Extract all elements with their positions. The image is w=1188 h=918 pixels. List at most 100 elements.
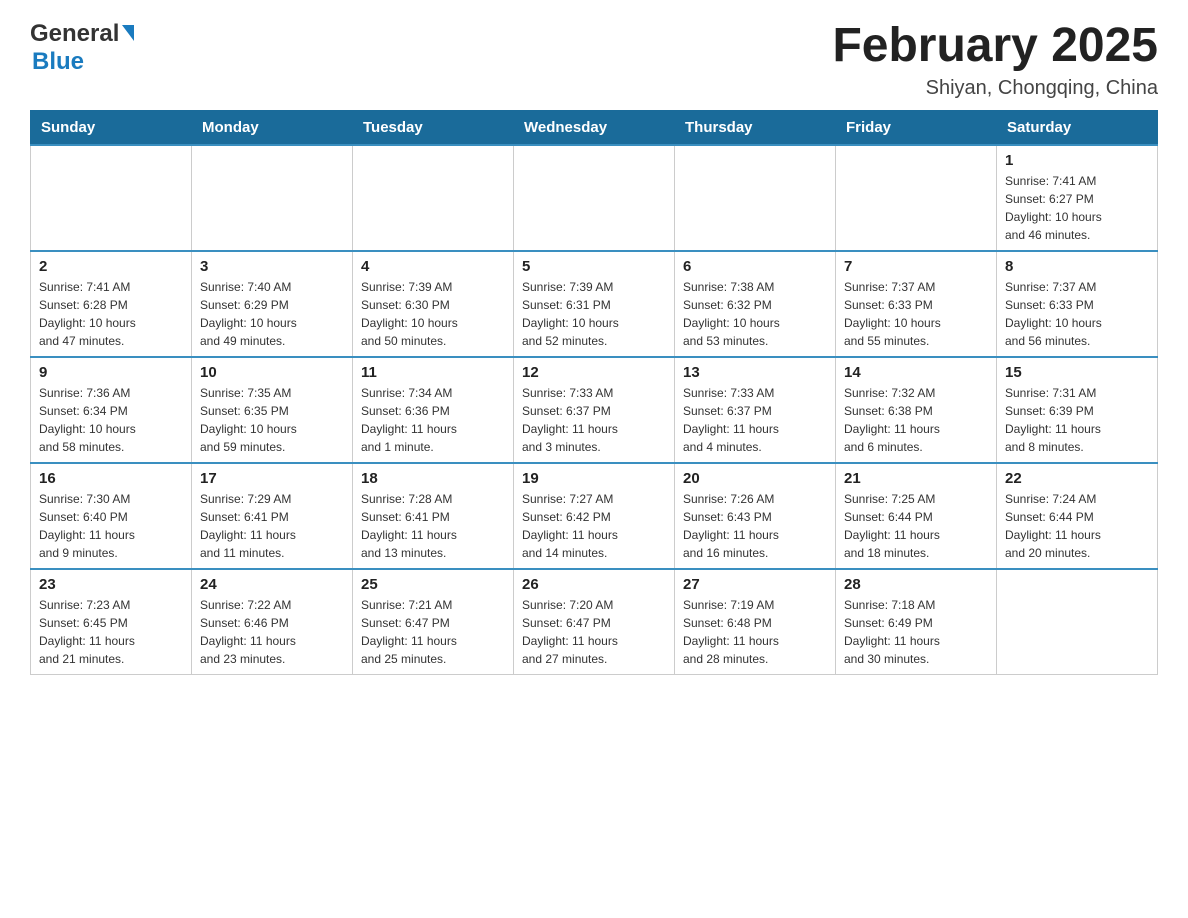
location-text: Shiyan, Chongqing, China [832, 77, 1158, 100]
day-number: 28 [844, 576, 988, 593]
day-info: Sunrise: 7:20 AM Sunset: 6:47 PM Dayligh… [522, 596, 666, 668]
calendar-cell: 25 Sunrise: 7:21 AM Sunset: 6:47 PM Dayli… [353, 569, 514, 675]
day-info: Sunrise: 7:27 AM Sunset: 6:42 PM Dayligh… [522, 490, 666, 562]
day-info: Sunrise: 7:22 AM Sunset: 6:46 PM Dayligh… [200, 596, 344, 668]
day-number: 22 [1005, 470, 1149, 487]
calendar-cell [192, 145, 353, 251]
day-number: 21 [844, 470, 988, 487]
day-info: Sunrise: 7:36 AM Sunset: 6:34 PM Dayligh… [39, 384, 183, 456]
calendar-cell: 6 Sunrise: 7:38 AM Sunset: 6:32 PM Daylig… [675, 251, 836, 357]
day-info: Sunrise: 7:23 AM Sunset: 6:45 PM Dayligh… [39, 596, 183, 668]
day-number: 2 [39, 258, 183, 275]
logo: General Blue [30, 20, 134, 76]
day-number: 10 [200, 364, 344, 381]
day-number: 4 [361, 258, 505, 275]
day-number: 25 [361, 576, 505, 593]
calendar-cell: 8 Sunrise: 7:37 AM Sunset: 6:33 PM Daylig… [997, 251, 1158, 357]
calendar-cell [997, 569, 1158, 675]
day-info: Sunrise: 7:18 AM Sunset: 6:49 PM Dayligh… [844, 596, 988, 668]
calendar-cell: 9 Sunrise: 7:36 AM Sunset: 6:34 PM Daylig… [31, 357, 192, 463]
weekday-header-monday: Monday [192, 110, 353, 145]
day-number: 16 [39, 470, 183, 487]
day-number: 12 [522, 364, 666, 381]
day-number: 13 [683, 364, 827, 381]
weekday-header-tuesday: Tuesday [353, 110, 514, 145]
day-number: 8 [1005, 258, 1149, 275]
calendar-cell: 2 Sunrise: 7:41 AM Sunset: 6:28 PM Daylig… [31, 251, 192, 357]
calendar-cell: 4 Sunrise: 7:39 AM Sunset: 6:30 PM Daylig… [353, 251, 514, 357]
day-info: Sunrise: 7:41 AM Sunset: 6:27 PM Dayligh… [1005, 172, 1149, 244]
day-info: Sunrise: 7:30 AM Sunset: 6:40 PM Dayligh… [39, 490, 183, 562]
calendar-cell: 27 Sunrise: 7:19 AM Sunset: 6:48 PM Dayli… [675, 569, 836, 675]
calendar-cell: 21Sunrise: 7:25 AM Sunset: 6:44 PM Dayli… [836, 463, 997, 569]
day-info: Sunrise: 7:38 AM Sunset: 6:32 PM Dayligh… [683, 278, 827, 350]
day-info: Sunrise: 7:35 AM Sunset: 6:35 PM Dayligh… [200, 384, 344, 456]
day-info: Sunrise: 7:26 AM Sunset: 6:43 PM Dayligh… [683, 490, 827, 562]
day-info: Sunrise: 7:39 AM Sunset: 6:30 PM Dayligh… [361, 278, 505, 350]
day-number: 24 [200, 576, 344, 593]
day-info: Sunrise: 7:24 AM Sunset: 6:44 PM Dayligh… [1005, 490, 1149, 562]
day-number: 19 [522, 470, 666, 487]
calendar-cell: 7Sunrise: 7:37 AM Sunset: 6:33 PM Daylig… [836, 251, 997, 357]
logo-general-text: General [30, 20, 119, 48]
calendar-cell: 19 Sunrise: 7:27 AM Sunset: 6:42 PM Dayli… [514, 463, 675, 569]
month-title: February 2025 [832, 20, 1158, 73]
day-number: 7 [844, 258, 988, 275]
calendar-cell: 12 Sunrise: 7:33 AM Sunset: 6:37 PM Dayli… [514, 357, 675, 463]
day-info: Sunrise: 7:21 AM Sunset: 6:47 PM Dayligh… [361, 596, 505, 668]
calendar-cell: 22 Sunrise: 7:24 AM Sunset: 6:44 PM Dayli… [997, 463, 1158, 569]
calendar-cell: 24 Sunrise: 7:22 AM Sunset: 6:46 PM Dayli… [192, 569, 353, 675]
calendar-cell: 23 Sunrise: 7:23 AM Sunset: 6:45 PM Dayli… [31, 569, 192, 675]
day-info: Sunrise: 7:33 AM Sunset: 6:37 PM Dayligh… [683, 384, 827, 456]
day-number: 1 [1005, 152, 1149, 169]
calendar-cell: 20 Sunrise: 7:26 AM Sunset: 6:43 PM Dayli… [675, 463, 836, 569]
day-number: 27 [683, 576, 827, 593]
calendar-cell [836, 145, 997, 251]
day-info: Sunrise: 7:40 AM Sunset: 6:29 PM Dayligh… [200, 278, 344, 350]
day-number: 26 [522, 576, 666, 593]
calendar-cell: 26 Sunrise: 7:20 AM Sunset: 6:47 PM Dayli… [514, 569, 675, 675]
day-number: 3 [200, 258, 344, 275]
week-row-1: 1 Sunrise: 7:41 AM Sunset: 6:27 PM Daylig… [31, 145, 1158, 251]
calendar-cell: 13 Sunrise: 7:33 AM Sunset: 6:37 PM Dayli… [675, 357, 836, 463]
day-info: Sunrise: 7:41 AM Sunset: 6:28 PM Dayligh… [39, 278, 183, 350]
calendar-cell: 1 Sunrise: 7:41 AM Sunset: 6:27 PM Daylig… [997, 145, 1158, 251]
weekday-header-saturday: Saturday [997, 110, 1158, 145]
calendar-table: SundayMondayTuesdayWednesdayThursdayFrid… [30, 110, 1158, 675]
weekday-header-friday: Friday [836, 110, 997, 145]
day-info: Sunrise: 7:37 AM Sunset: 6:33 PM Dayligh… [1005, 278, 1149, 350]
logo-blue-text: Blue [32, 48, 84, 76]
day-info: Sunrise: 7:19 AM Sunset: 6:48 PM Dayligh… [683, 596, 827, 668]
day-info: Sunrise: 7:29 AM Sunset: 6:41 PM Dayligh… [200, 490, 344, 562]
weekday-header-sunday: Sunday [31, 110, 192, 145]
day-info: Sunrise: 7:33 AM Sunset: 6:37 PM Dayligh… [522, 384, 666, 456]
day-number: 18 [361, 470, 505, 487]
calendar-cell [675, 145, 836, 251]
day-number: 23 [39, 576, 183, 593]
weekday-header-row: SundayMondayTuesdayWednesdayThursdayFrid… [31, 110, 1158, 145]
week-row-4: 16 Sunrise: 7:30 AM Sunset: 6:40 PM Dayli… [31, 463, 1158, 569]
calendar-cell: 15Sunrise: 7:31 AM Sunset: 6:39 PM Dayli… [997, 357, 1158, 463]
calendar-cell: 3 Sunrise: 7:40 AM Sunset: 6:29 PM Daylig… [192, 251, 353, 357]
day-number: 5 [522, 258, 666, 275]
calendar-cell: 10 Sunrise: 7:35 AM Sunset: 6:35 PM Dayli… [192, 357, 353, 463]
day-number: 11 [361, 364, 505, 381]
week-row-2: 2 Sunrise: 7:41 AM Sunset: 6:28 PM Daylig… [31, 251, 1158, 357]
weekday-header-wednesday: Wednesday [514, 110, 675, 145]
week-row-5: 23 Sunrise: 7:23 AM Sunset: 6:45 PM Dayli… [31, 569, 1158, 675]
day-info: Sunrise: 7:34 AM Sunset: 6:36 PM Dayligh… [361, 384, 505, 456]
day-info: Sunrise: 7:39 AM Sunset: 6:31 PM Dayligh… [522, 278, 666, 350]
day-info: Sunrise: 7:31 AM Sunset: 6:39 PM Dayligh… [1005, 384, 1149, 456]
logo-triangle-icon [122, 25, 134, 41]
title-block: February 2025 Shiyan, Chongqing, China [832, 20, 1158, 100]
calendar-cell [514, 145, 675, 251]
calendar-cell: 16 Sunrise: 7:30 AM Sunset: 6:40 PM Dayli… [31, 463, 192, 569]
calendar-cell [31, 145, 192, 251]
week-row-3: 9 Sunrise: 7:36 AM Sunset: 6:34 PM Daylig… [31, 357, 1158, 463]
day-number: 9 [39, 364, 183, 381]
calendar-cell: 14Sunrise: 7:32 AM Sunset: 6:38 PM Dayli… [836, 357, 997, 463]
day-number: 6 [683, 258, 827, 275]
day-number: 17 [200, 470, 344, 487]
calendar-cell: 5 Sunrise: 7:39 AM Sunset: 6:31 PM Daylig… [514, 251, 675, 357]
day-number: 20 [683, 470, 827, 487]
